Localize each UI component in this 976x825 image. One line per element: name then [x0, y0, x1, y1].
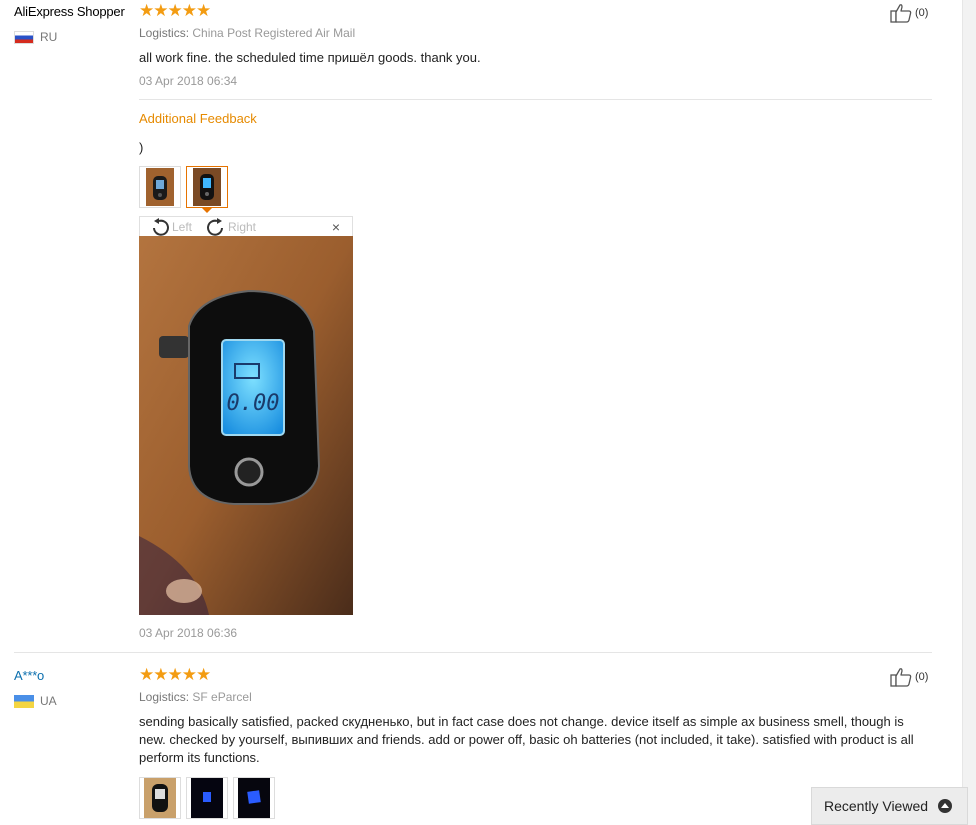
chevron-up-icon [938, 799, 953, 813]
logistics-label: Logistics: [139, 26, 190, 40]
country-code: UA [40, 694, 57, 708]
image-viewer-toolbar: Left Right × [139, 216, 353, 236]
recently-viewed-button[interactable]: Recently Viewed [811, 787, 968, 825]
logistics-info: Logistics: SF eParcel [139, 690, 252, 704]
rotate-right-icon [207, 218, 223, 236]
review-divider [14, 652, 932, 653]
rotate-left-icon [153, 218, 169, 236]
like-count: (0) [915, 7, 929, 19]
selected-indicator [202, 208, 212, 213]
reviewer-name: AliExpress Shopper [14, 4, 125, 19]
review-date: 03 Apr 2018 06:34 [139, 74, 238, 88]
additional-feedback-date: 03 Apr 2018 06:36 [139, 626, 238, 640]
breathalyzer-photo-thumbnail-1 [146, 168, 174, 206]
ukraine-flag-icon [14, 694, 34, 708]
review-text: all work fine. the scheduled time пришёл… [139, 50, 481, 65]
photo-thumbnail-selected[interactable] [186, 166, 228, 208]
star-rating: ★★★★★ [139, 1, 211, 20]
close-icon[interactable]: × [332, 219, 340, 235]
thumbs-up-icon [890, 668, 912, 687]
recently-viewed-label: Recently Viewed [824, 798, 929, 814]
logistics-value: SF eParcel [192, 690, 252, 704]
like-button[interactable]: (0) [890, 667, 928, 687]
russia-flag-icon [14, 30, 34, 44]
breathalyzer-photo-thumbnail-2 [193, 168, 221, 206]
review-photo-thumbnail-1 [144, 778, 176, 818]
photo-thumbnail[interactable] [233, 777, 275, 819]
logistics-value: China Post Registered Air Mail [192, 26, 356, 40]
photo-thumbnail[interactable] [139, 166, 181, 208]
like-button[interactable]: (0) [890, 3, 928, 23]
additional-feedback-text: ) [139, 140, 144, 155]
display-reading: 0.00 [227, 391, 280, 416]
thumbs-up-icon [890, 4, 912, 23]
logistics-label: Logistics: [139, 690, 190, 704]
photo-thumbnail[interactable] [186, 777, 228, 819]
rotate-left-label: Left [172, 220, 193, 234]
star-rating: ★★★★★ [139, 665, 211, 684]
review-photo-thumbnail-2 [191, 778, 223, 818]
review-text: sending basically satisfied, packed скуд… [139, 714, 914, 765]
reviewer-country: RU [14, 30, 57, 44]
rotate-right-label: Right [228, 220, 257, 234]
logistics-info: Logistics: China Post Registered Air Mai… [139, 26, 355, 40]
scrollbar[interactable] [962, 0, 976, 825]
rotate-right-button[interactable]: Right [206, 218, 256, 236]
country-code: RU [40, 30, 58, 44]
reviewer-country: UA [14, 694, 57, 708]
breathalyzer-photo: 0.00 [139, 236, 353, 615]
reviewer-name[interactable]: A***o [14, 668, 44, 683]
additional-feedback-title: Additional Feedback [139, 111, 257, 126]
photo-thumbnail[interactable] [139, 777, 181, 819]
divider [139, 99, 932, 100]
review-photo-thumbnail-3 [238, 778, 270, 818]
like-count: (0) [915, 671, 929, 683]
rotate-left-button[interactable]: Left [150, 218, 192, 236]
